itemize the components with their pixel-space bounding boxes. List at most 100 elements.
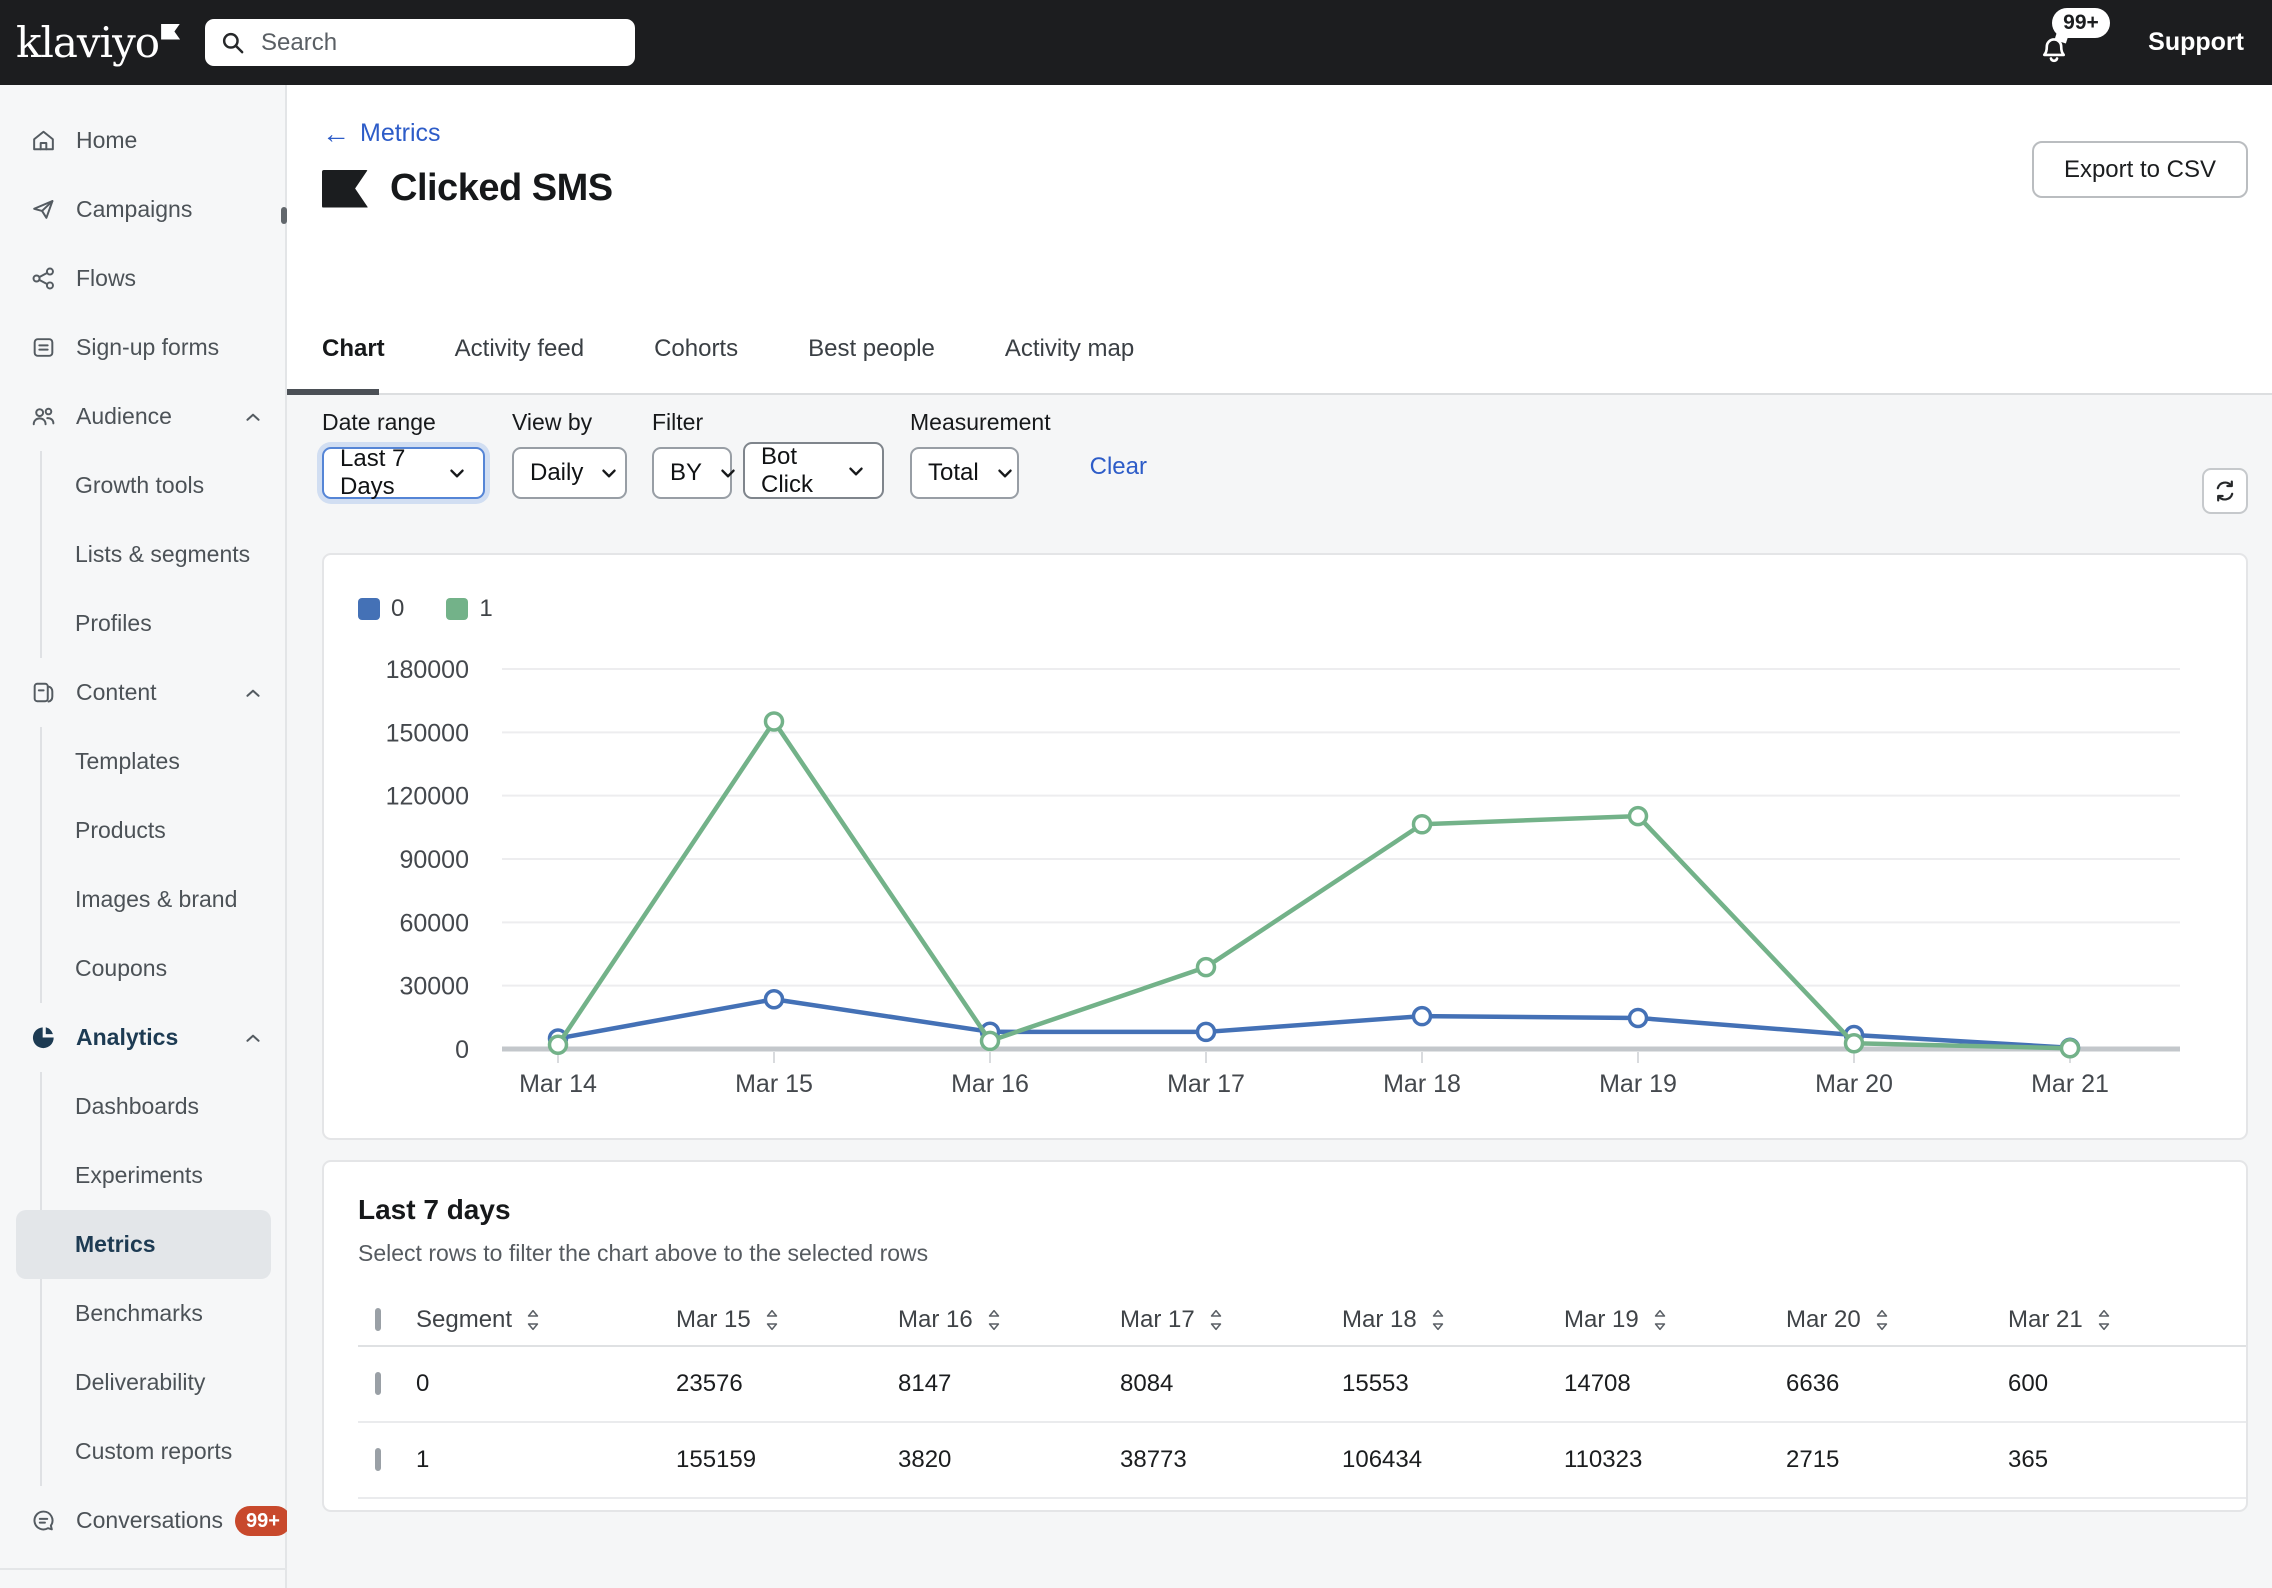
sidebar-item-custom-reports[interactable]: Custom reports: [42, 1417, 285, 1486]
sidebar-item-experiments[interactable]: Experiments: [42, 1141, 285, 1210]
sidebar-item-label: Flows: [76, 265, 137, 291]
sort-icon[interactable]: [2096, 1309, 2112, 1331]
sidebar-item-flows[interactable]: Flows: [0, 244, 285, 313]
export-to-csv-button[interactable]: Export to CSV: [2031, 141, 2248, 198]
sidebar-item-analytics[interactable]: Analytics: [0, 1003, 285, 1072]
column-header-mar-17[interactable]: Mar 17: [1102, 1306, 1324, 1334]
column-header-mar-16[interactable]: Mar 16: [880, 1306, 1102, 1334]
signup-forms-icon: [30, 334, 57, 361]
segments-table: Segment Mar 15 Mar 16 Mar 17 Mar 18 Mar 19 Mar…: [358, 1295, 2246, 1499]
sidebar-item-benchmarks[interactable]: Benchmarks: [42, 1279, 285, 1348]
sidebar-item-profiles[interactable]: Profiles: [42, 589, 285, 658]
row-checkbox[interactable]: [375, 1372, 381, 1395]
support-link[interactable]: Support: [2148, 28, 2244, 57]
klaviyo-logo[interactable]: klaviyo: [16, 21, 191, 64]
chart-section: Date range Last 7 Days View by Daily Fil…: [287, 395, 2272, 1588]
column-header-mar-20[interactable]: Mar 20: [1768, 1306, 1990, 1334]
chart-legend: 01: [358, 595, 535, 623]
legend-item-0[interactable]: 0: [358, 595, 446, 623]
column-header-mar-15[interactable]: Mar 15: [658, 1306, 880, 1334]
sidebar-item-home[interactable]: Home: [0, 106, 285, 175]
sidebar-subgroup-analytics: Dashboards Experiments Metrics Benchmarks De…: [16, 1072, 285, 1486]
sort-icon[interactable]: [986, 1309, 1002, 1331]
date-range-select[interactable]: Last 7 Days: [322, 445, 485, 500]
value-cell: 8084: [1120, 1370, 1174, 1397]
notifications-button[interactable]: 99+: [2036, 7, 2110, 68]
conversations-count-badge: 99+: [235, 1505, 291, 1536]
klaviyo-app: klaviyo 99+ Support Home Campaigns Flows Si…: [0, 0, 2272, 1588]
row-checkbox[interactable]: [375, 1448, 381, 1471]
sidebar-item-dashboards[interactable]: Dashboards: [42, 1072, 285, 1141]
legend-item-1[interactable]: 1: [446, 595, 534, 623]
legend-label: 0: [391, 595, 405, 622]
tab-activity-map[interactable]: Activity map: [1005, 335, 1134, 393]
chevron-down-icon: [597, 461, 621, 485]
sidebar-item-audience[interactable]: Audience: [0, 382, 285, 451]
column-header-mar-21[interactable]: Mar 21: [1990, 1306, 2212, 1334]
value-cell: 6636: [1786, 1370, 1840, 1397]
sidebar: Home Campaigns Flows Sign-up forms Audience G…: [0, 85, 291, 1588]
clear-filters-link[interactable]: Clear: [1090, 453, 1147, 518]
search-input[interactable]: [259, 27, 621, 58]
column-header-mar-18[interactable]: Mar 18: [1324, 1306, 1546, 1334]
sidebar-item-lists-and-segments[interactable]: Lists & segments: [42, 520, 285, 589]
measurement-filter: Measurement Total: [910, 409, 1051, 518]
sort-icon[interactable]: [1430, 1309, 1446, 1331]
sidebar-item-images-and-brand[interactable]: Images & brand: [42, 865, 285, 934]
column-label: Mar 18: [1342, 1306, 1417, 1333]
tab-chart[interactable]: Chart: [322, 335, 385, 393]
measurement-value: Total: [928, 459, 979, 486]
tab-cohorts[interactable]: Cohorts: [654, 335, 738, 393]
sidebar-item-conversations[interactable]: Conversations 99+: [0, 1486, 291, 1555]
sort-icon[interactable]: [1874, 1309, 1890, 1331]
sidebar-item-templates[interactable]: Templates: [42, 727, 285, 796]
sidebar-item-products[interactable]: Products: [42, 796, 285, 865]
column-header-segment[interactable]: Segment: [414, 1306, 658, 1334]
conversations-icon: [30, 1507, 57, 1534]
svg-text:Mar 17: Mar 17: [1167, 1070, 1245, 1098]
table-row-segment-1[interactable]: 1 155159 3820 38773 106434 110323 2715 365: [358, 1423, 2246, 1499]
tab-best-people[interactable]: Best people: [808, 335, 935, 393]
sort-icon[interactable]: [764, 1309, 780, 1331]
audience-icon: [30, 403, 57, 430]
chevron-up-icon: [241, 405, 265, 429]
notification-count-badge: 99+: [2052, 7, 2110, 38]
filter-label: Filter: [652, 409, 704, 435]
segment-cell: 1: [416, 1446, 430, 1473]
sidebar-subgroup-content: Templates Products Images & brand Coupons: [40, 727, 285, 1003]
flows-icon: [30, 265, 57, 292]
tab-activity-feed[interactable]: Activity feed: [455, 335, 584, 393]
sidebar-item-content[interactable]: Content: [0, 658, 285, 727]
view-by-select[interactable]: Daily: [512, 447, 627, 499]
title-row: Clicked SMS: [322, 167, 613, 210]
svg-text:30000: 30000: [399, 973, 469, 1001]
sidebar-item-metrics[interactable]: Metrics: [16, 1210, 271, 1279]
chevron-down-icon: [993, 461, 1017, 485]
select-all-checkbox[interactable]: [375, 1308, 381, 1331]
table-row-segment-0[interactable]: 0 23576 8147 8084 15553 14708 6636 600: [358, 1347, 2246, 1423]
column-label: Mar 21: [2008, 1306, 2083, 1333]
sidebar-item-deliverability[interactable]: Deliverability: [42, 1348, 285, 1417]
date-range-value: Last 7 Days: [340, 445, 406, 500]
svg-text:Mar 21: Mar 21: [2031, 1070, 2109, 1098]
sidebar-item-sign-up-forms[interactable]: Sign-up forms: [0, 313, 285, 382]
sidebar-item-coupons[interactable]: Coupons: [42, 934, 285, 1003]
sidebar-item-label: Content: [76, 679, 157, 705]
bot-click-select[interactable]: Bot Click: [743, 442, 884, 499]
global-search[interactable]: [205, 19, 635, 66]
measurement-select[interactable]: Total: [910, 447, 1019, 499]
sort-icon[interactable]: [1652, 1309, 1668, 1331]
back-to-metrics-link[interactable]: ← Metrics: [322, 119, 441, 148]
value-cell: 38773: [1120, 1446, 1187, 1473]
value-cell: 15553: [1342, 1370, 1409, 1397]
sidebar-item-campaigns[interactable]: Campaigns: [0, 175, 285, 244]
refresh-button[interactable]: [2202, 468, 2248, 514]
sort-icon[interactable]: [1208, 1309, 1224, 1331]
filter-operator-value: BY: [670, 459, 703, 486]
sidebar-item-growth-tools[interactable]: Growth tools: [42, 451, 285, 520]
column-header-mar-19[interactable]: Mar 19: [1546, 1306, 1768, 1334]
filter-operator-select[interactable]: BY: [652, 447, 735, 499]
sidebar-item-label: Home: [76, 127, 138, 153]
main-content: ← Metrics Clicked SMS Export to CSV Char…: [287, 85, 2272, 1588]
sort-icon[interactable]: [525, 1309, 541, 1331]
